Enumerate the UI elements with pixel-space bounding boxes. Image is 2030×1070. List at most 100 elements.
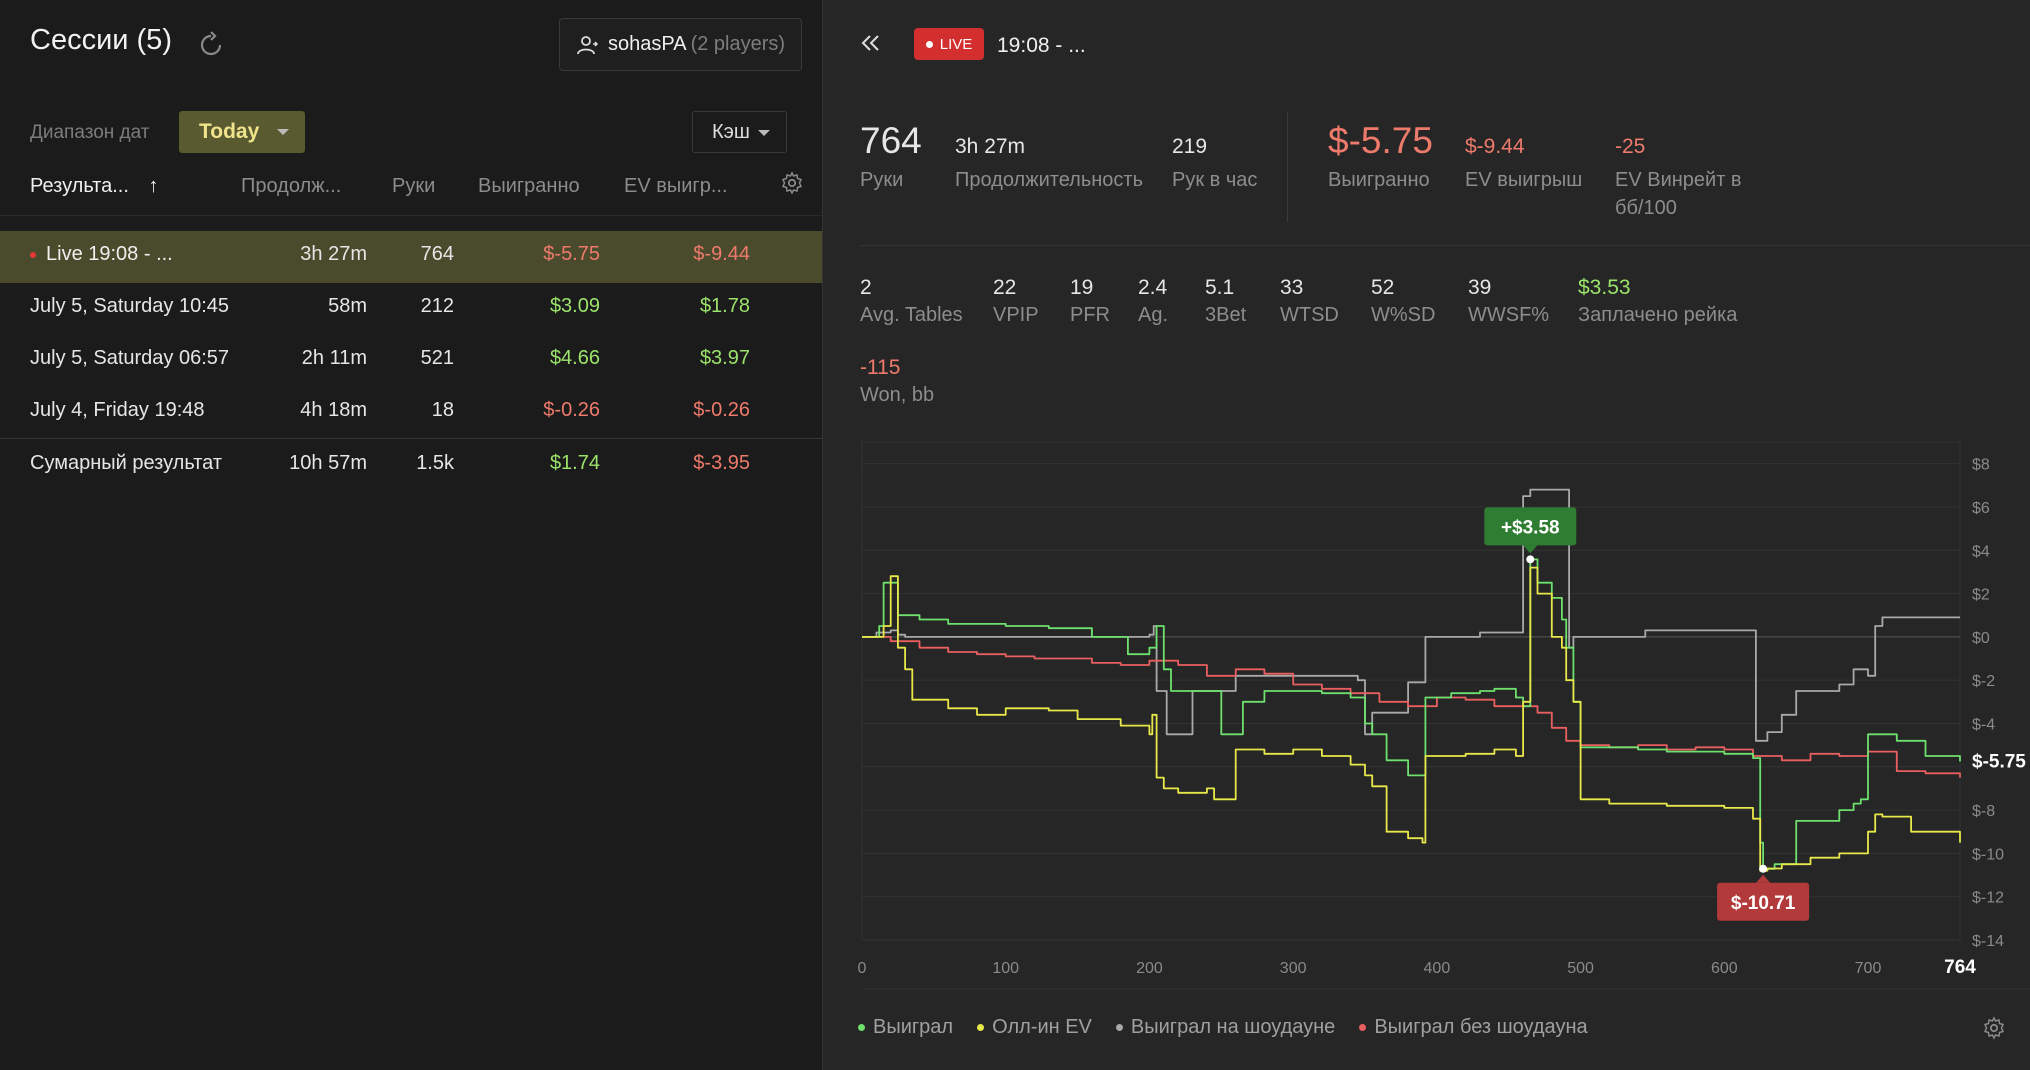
- extreme-point-marker: [1526, 555, 1535, 564]
- summary-divider: [1287, 112, 1288, 222]
- y-tick-label: $2: [1972, 587, 1990, 604]
- y-tick-label: $-10: [1972, 846, 2004, 863]
- stat-wtsd-value: 33: [1280, 276, 1304, 299]
- stat-wsd-value: 52: [1371, 276, 1395, 299]
- callout-label: $-10.71: [1731, 893, 1796, 914]
- total-row: Сумарный результат 10h 57m 1.5k $1.74 $-…: [30, 452, 750, 474]
- date-range-label: Диапазон дат: [30, 122, 150, 143]
- x-tick-label: 500: [1567, 960, 1594, 977]
- stat-rake-value: $3.53: [1578, 276, 1631, 299]
- y-tick-label: $-4: [1972, 716, 1995, 733]
- callout-pointer: [1523, 545, 1538, 554]
- sessions-title: Сессии (5): [30, 24, 172, 56]
- double-chevron-left-icon[interactable]: [858, 30, 884, 56]
- callout-pointer: [1756, 874, 1771, 883]
- series-line-showdown: [862, 488, 1960, 742]
- y-tick-label: $-8: [1972, 803, 1995, 820]
- column-header-won[interactable]: Выигранно: [478, 175, 580, 198]
- stat-wwsf-label: WWSF%: [1468, 304, 1550, 326]
- live-dot: [925, 40, 933, 48]
- x-end-label: 764: [1944, 957, 1976, 978]
- chevron-down-icon: [758, 130, 770, 136]
- x-tick-label: 700: [1855, 960, 1882, 977]
- x-tick-label: 300: [1280, 960, 1307, 977]
- duration-value: 3h 27m: [955, 135, 1026, 158]
- legend-item-showdown[interactable]: Выиграл на шоудауне: [1115, 1012, 1335, 1042]
- x-tick-label: 100: [992, 960, 1019, 977]
- stat-pfr-label: PFR: [1070, 304, 1110, 326]
- stat-won-bb-label: Won, bb: [860, 384, 935, 406]
- y-tick-label: $-2: [1972, 673, 1995, 690]
- sort-arrow-icon: ↑: [148, 175, 159, 197]
- duration-label: Продолжительность: [955, 169, 1143, 191]
- stat-3bet-label: 3Bet: [1205, 304, 1247, 326]
- table-row[interactable]: Live 19:08 - ... 3h 27m 764 $-5.75 $-9.4…: [0, 231, 822, 283]
- stat-wsd-label: W%SD: [1371, 304, 1436, 326]
- gear-icon[interactable]: [780, 171, 804, 195]
- stat-won-bb-value: -115: [860, 356, 901, 379]
- y-tick-label: $4: [1972, 543, 1990, 560]
- stat-wtsd-label: WTSD: [1280, 304, 1339, 326]
- profit-chart[interactable]: +$3.58 $-10.71 $8 $6 $4 $2 $0 $-2 $-4 $-8 $-10 $-1…: [858, 440, 2030, 1000]
- y-tick-label: $-14: [1972, 933, 2004, 950]
- y-tick-label: $6: [1972, 500, 1990, 517]
- legend-item-won[interactable]: Выиграл: [858, 1012, 953, 1042]
- hands-per-hour-value: 219: [1172, 135, 1208, 158]
- ev-winrate-value: -25: [1615, 135, 1646, 158]
- hands-label: Руки: [860, 169, 904, 191]
- date-range-dropdown[interactable]: Today: [179, 111, 305, 153]
- callout-label: +$3.58: [1501, 517, 1560, 538]
- column-header-ev[interactable]: EV выигр...: [624, 175, 728, 198]
- game-type-value: Кэш: [712, 120, 750, 143]
- y-tick-label: $8: [1972, 457, 1990, 474]
- legend-item-allin-ev[interactable]: Олл-ин EV: [977, 1012, 1092, 1042]
- legend-item-no-showdown[interactable]: Выиграл без шоудауна: [1359, 1012, 1588, 1042]
- stat-3bet-value: 5.1: [1205, 276, 1235, 299]
- live-dot: [30, 251, 36, 258]
- live-badge: LIVE: [914, 28, 984, 60]
- stat-rake-label: Заплачено рейка: [1578, 304, 1738, 326]
- date-range-value: Today: [199, 120, 260, 143]
- x-tick-label: 0: [858, 960, 867, 977]
- player-count: (2 players): [690, 33, 786, 55]
- stat-ag-value: 2.4: [1138, 276, 1168, 299]
- user-switch-icon: [577, 35, 599, 54]
- refresh-icon[interactable]: [196, 30, 226, 60]
- stat-ag-label: Ag.: [1138, 304, 1169, 326]
- stat-avg-tables-label: Avg. Tables: [860, 304, 963, 326]
- panel-divider: [822, 0, 823, 1070]
- table-row[interactable]: July 5, Saturday 06:57 2h 11m 521 $4.66 …: [0, 335, 822, 387]
- game-type-dropdown[interactable]: Кэш: [692, 111, 787, 153]
- x-tick-label: 600: [1711, 960, 1738, 977]
- x-tick-label: 200: [1136, 960, 1163, 977]
- summary-bottom-divider: [860, 245, 2030, 246]
- ev-won-label: EV выигрыш: [1465, 169, 1583, 191]
- sessions-panel: [0, 0, 822, 1070]
- column-header-duration[interactable]: Продолж...: [241, 175, 341, 198]
- stat-vpip-value: 22: [993, 276, 1017, 299]
- table-row[interactable]: July 4, Friday 19:48 4h 18m 18 $-0.26 $-…: [0, 387, 822, 439]
- x-tick-label: 400: [1424, 960, 1451, 977]
- extreme-point-marker: [1759, 864, 1768, 873]
- won-value: $-5.75: [1328, 120, 1433, 161]
- gear-icon[interactable]: [1982, 1016, 2006, 1040]
- stat-vpip-label: VPIP: [993, 304, 1039, 326]
- ev-winrate-label: EV Винрейт в: [1615, 169, 1742, 191]
- header-divider: [0, 215, 822, 216]
- won-label: Выигранно: [1328, 169, 1430, 191]
- session-time: 19:08 - ...: [997, 34, 1086, 57]
- ev-winrate-unit: бб/100: [1615, 197, 1677, 219]
- ev-won-value: $-9.44: [1465, 135, 1525, 158]
- column-header-hands[interactable]: Руки: [392, 175, 435, 198]
- stat-wwsf-value: 39: [1468, 276, 1492, 299]
- chevron-down-icon: [277, 129, 289, 135]
- player-selector-button[interactable]: sohasPA (2 players): [559, 18, 802, 71]
- table-row[interactable]: July 5, Saturday 10:45 58m 212 $3.09 $1.…: [0, 283, 822, 335]
- stat-pfr-value: 19: [1070, 276, 1094, 299]
- player-name: sohasPA: [608, 33, 687, 55]
- column-header-result[interactable]: Результа... ↑: [30, 175, 158, 198]
- y-tick-label: $-12: [1972, 890, 2004, 907]
- chart-legend: Выиграл Олл-ин EV Выиграл на шоудауне Вы…: [858, 1012, 1612, 1042]
- current-value-label: $-5.75: [1972, 751, 2026, 772]
- stat-avg-tables-value: 2: [860, 276, 872, 299]
